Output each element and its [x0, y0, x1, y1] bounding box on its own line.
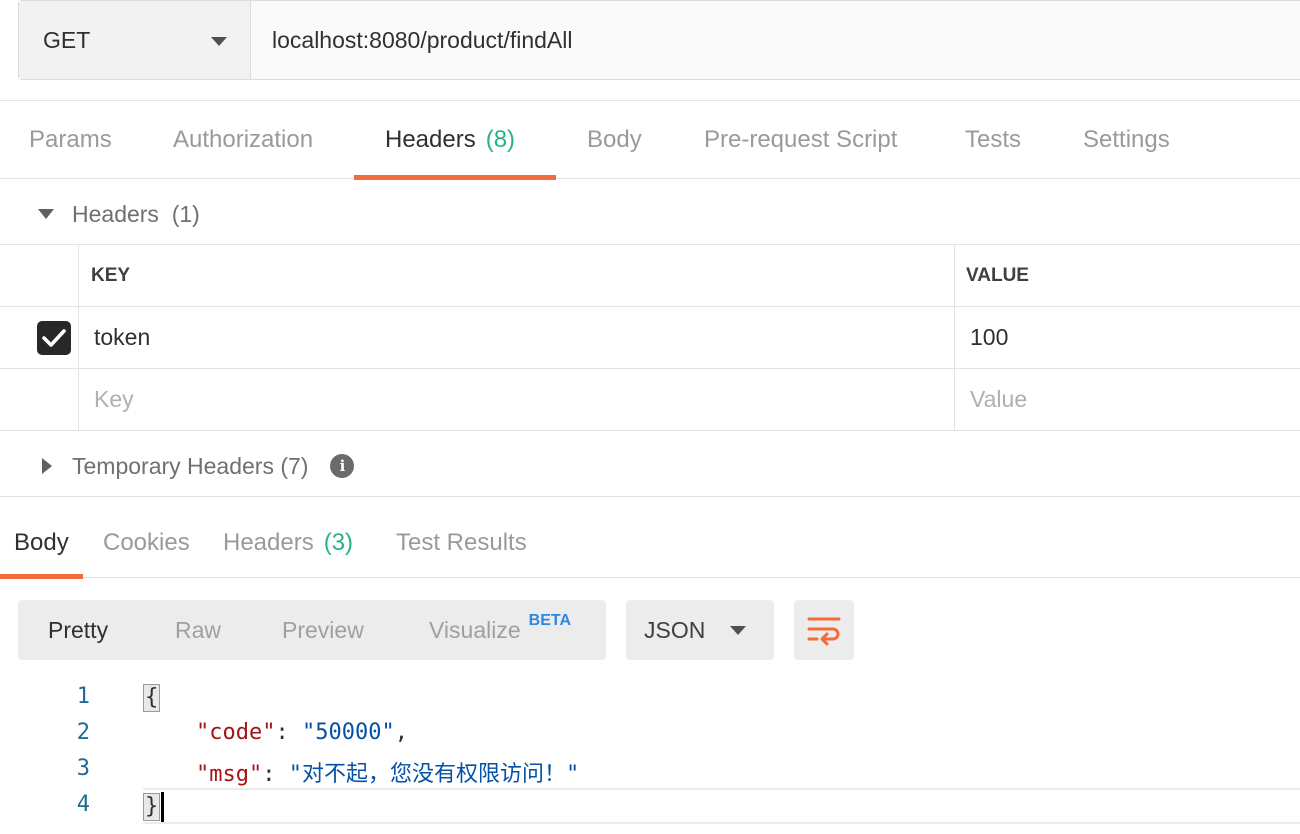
code-line: 4 }	[0, 788, 1300, 824]
line-number: 2	[76, 720, 90, 745]
line-number: 1	[76, 684, 90, 709]
tab-label: Settings	[1083, 126, 1170, 153]
response-tab-test-results[interactable]: Test Results	[396, 508, 527, 578]
json-value: "50000"	[301, 720, 395, 745]
header-enabled-checkbox[interactable]	[37, 321, 71, 355]
line-number: 3	[76, 756, 90, 781]
expand-triangle-icon	[42, 458, 52, 474]
view-raw-button[interactable]: Raw	[175, 600, 221, 660]
headers-section-toggle[interactable]: Headers (1)	[0, 182, 1300, 246]
line-number: 4	[76, 792, 90, 817]
code-line: 3 "msg": "对不起，您没有权限访问！"	[0, 752, 1300, 788]
wrap-lines-icon	[807, 617, 841, 646]
json-key: "code"	[195, 720, 276, 745]
beta-badge: BETA	[528, 612, 572, 629]
tab-params[interactable]: Params	[29, 101, 112, 179]
tab-body[interactable]: Body	[587, 101, 642, 179]
view-pretty-button[interactable]: Pretty	[48, 600, 108, 660]
header-key-field[interactable]: token	[94, 307, 150, 368]
tab-label: Pre-request Script	[704, 126, 898, 153]
text-cursor	[161, 792, 165, 822]
header-value-field[interactable]: 100	[970, 307, 1008, 368]
wrap-lines-button[interactable]	[794, 600, 854, 660]
chevron-down-icon	[211, 37, 227, 46]
table-header-row: KEY VALUE	[0, 245, 1300, 307]
headers-table: KEY VALUE token 100 Key Value	[0, 244, 1300, 431]
new-key-input[interactable]: Key	[94, 369, 134, 430]
method-select[interactable]: GET	[19, 1, 251, 79]
code-line: 1 {	[0, 680, 1300, 716]
tab-authorization[interactable]: Authorization	[173, 101, 313, 179]
response-tab-headers[interactable]: Headers (3)	[223, 508, 353, 578]
method-label: GET	[43, 26, 91, 53]
active-tab-indicator	[354, 175, 556, 180]
new-value-input[interactable]: Value	[970, 369, 1027, 430]
tab-settings[interactable]: Settings	[1083, 101, 1170, 179]
headers-section-title: Headers (1)	[72, 200, 200, 227]
divider	[0, 496, 1300, 497]
temporary-headers-title: Temporary Headers (7) i	[72, 453, 355, 480]
format-label: JSON	[644, 616, 706, 643]
format-select[interactable]: JSON	[626, 600, 774, 660]
check-icon	[42, 329, 66, 347]
visualize-label: Visualize	[429, 616, 521, 643]
tab-tests[interactable]: Tests	[965, 101, 1021, 179]
response-tabs: Body Cookies Headers (3) Test Results	[0, 508, 1300, 579]
active-tab-indicator	[0, 574, 83, 579]
tab-label: Tests	[965, 126, 1022, 153]
json-value: "对不起，您没有权限访问！"	[288, 762, 580, 787]
tab-label: Body	[14, 529, 69, 556]
url-input[interactable]: localhost:8080/product/findAll	[251, 1, 1300, 79]
tab-label: Cookies	[103, 529, 190, 556]
chevron-down-icon	[730, 626, 746, 635]
tab-label: Headers	[223, 529, 314, 556]
tab-label: Params	[29, 126, 112, 153]
view-preview-button[interactable]: Preview	[282, 600, 364, 660]
tab-headers[interactable]: Headers (8)	[354, 101, 556, 180]
url-text: localhost:8080/product/findAll	[272, 26, 573, 53]
column-header-key: KEY	[91, 264, 131, 286]
tab-label: Test Results	[396, 529, 527, 556]
json-key: "msg"	[195, 762, 263, 787]
table-row-new: Key Value	[0, 369, 1300, 431]
table-row: token 100	[0, 307, 1300, 369]
open-brace: {	[143, 684, 161, 712]
response-body-editor[interactable]: 1 { 2 "code": "50000", 3 "msg": "对不起，您没有…	[0, 680, 1300, 824]
close-brace: }	[143, 793, 161, 821]
code-line: 2 "code": "50000",	[0, 716, 1300, 752]
view-visualize-button[interactable]: Visualize BETA	[429, 600, 571, 660]
info-icon[interactable]: i	[330, 454, 355, 478]
request-tabs: Params Authorization Headers (8) Body Pr…	[0, 101, 1300, 180]
view-mode-group: Pretty Raw Preview Visualize BETA	[18, 600, 606, 660]
tab-label: Body	[587, 126, 642, 153]
tab-count-badge: (3)	[323, 529, 354, 556]
collapse-triangle-icon	[38, 209, 54, 219]
temporary-headers-toggle[interactable]: Temporary Headers (7) i	[0, 434, 1300, 498]
tab-pre-request-script[interactable]: Pre-request Script	[704, 101, 897, 179]
column-header-value: VALUE	[966, 264, 1029, 286]
tab-count-badge: (8)	[485, 126, 516, 153]
response-tab-body[interactable]: Body	[0, 508, 83, 579]
response-tab-cookies[interactable]: Cookies	[103, 508, 190, 578]
tab-label: Authorization	[173, 126, 314, 153]
tab-label: Headers	[385, 126, 476, 153]
request-url-bar: GET localhost:8080/product/findAll	[18, 0, 1300, 80]
